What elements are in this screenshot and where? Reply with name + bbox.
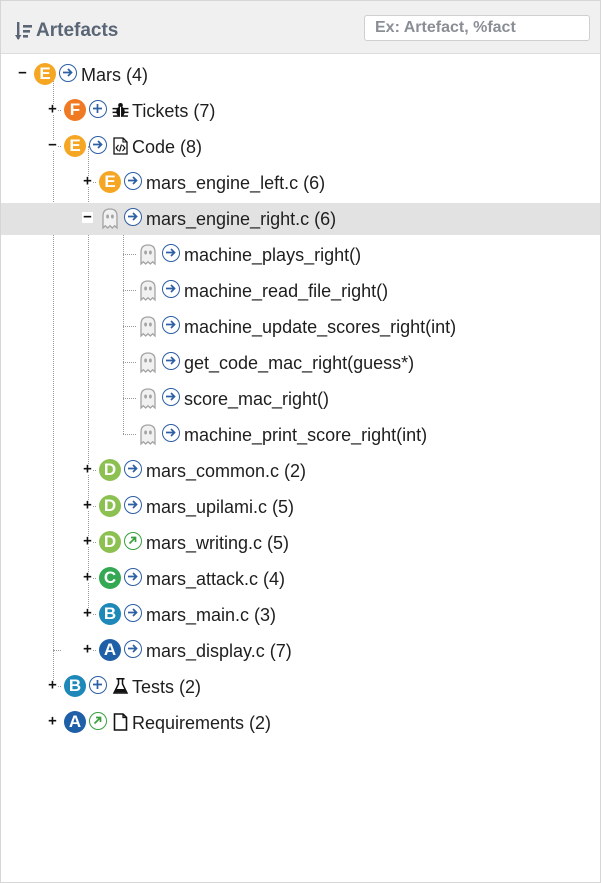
navigate-arrow-icon[interactable] — [124, 460, 142, 478]
panel-title: Artefacts — [36, 20, 119, 41]
complexity-badge-e: E — [64, 135, 86, 157]
navigate-arrow-icon[interactable] — [162, 244, 180, 262]
tree-row-tests[interactable]: + B Tests (2) — [1, 671, 600, 703]
complexity-badge-e: E — [34, 63, 56, 85]
sort-tree-icon[interactable] — [15, 21, 37, 43]
complexity-badge-a: A — [64, 711, 86, 733]
tree-row-file[interactable]: + Cmars_attack.c (4) — [1, 563, 600, 595]
panel-header: Artefacts — [1, 1, 600, 54]
tree-row-requirements[interactable]: + A Requirements (2) — [1, 707, 600, 739]
tree-row-function[interactable]: machine_update_scores_right(int) — [1, 311, 600, 343]
code-file-icon — [113, 137, 128, 155]
navigate-arrow-icon[interactable] — [124, 208, 142, 226]
tree-item-label[interactable]: Tickets (7) — [132, 101, 215, 122]
navigate-arrow-icon[interactable] — [89, 136, 107, 154]
navigate-arrow-icon[interactable] — [124, 640, 142, 658]
expand-toggle[interactable]: + — [82, 534, 93, 548]
complexity-badge-d: D — [99, 495, 121, 517]
navigate-arrow-icon[interactable] — [124, 568, 142, 586]
external-link-icon[interactable] — [89, 712, 107, 730]
function-label[interactable]: machine_read_file_right() — [184, 281, 388, 302]
artefacts-panel: Artefacts −EMars (4)+FTickets (7)−ECode … — [0, 0, 601, 883]
ghost-icon — [102, 208, 118, 230]
tree-row-file[interactable]: + Dmars_writing.c (5) — [1, 527, 600, 559]
navigate-arrow-icon[interactable] — [162, 388, 180, 406]
tree-item-label[interactable]: Code (8) — [132, 137, 202, 158]
add-navigate-icon[interactable] — [89, 676, 107, 694]
expand-toggle[interactable]: + — [82, 462, 93, 476]
tree-row-function[interactable]: machine_print_score_right(int) — [1, 419, 600, 451]
expand-toggle[interactable]: + — [82, 570, 93, 584]
tree-item-label[interactable]: Tests (2) — [132, 677, 201, 698]
file-label[interactable]: mars_engine_left.c (6) — [146, 173, 325, 194]
navigate-arrow-icon[interactable] — [162, 280, 180, 298]
tree-row-root[interactable]: − E Mars (4) — [1, 59, 600, 91]
complexity-badge-d: D — [99, 531, 121, 553]
ghost-icon — [140, 280, 156, 302]
navigate-arrow-icon[interactable] — [162, 424, 180, 442]
collapse-toggle[interactable]: − — [47, 138, 58, 152]
flask-icon — [112, 678, 129, 694]
tree-row-function[interactable]: machine_read_file_right() — [1, 275, 600, 307]
add-navigate-icon[interactable] — [89, 100, 107, 118]
expand-toggle[interactable]: + — [82, 174, 93, 188]
ghost-icon — [140, 244, 156, 266]
file-label[interactable]: mars_engine_right.c (6) — [146, 209, 336, 230]
complexity-badge-d: D — [99, 459, 121, 481]
tree-row-file[interactable]: − mars_engine_right.c (6) — [1, 203, 600, 235]
collapse-toggle[interactable]: − — [17, 66, 28, 80]
expand-toggle[interactable]: + — [47, 714, 58, 728]
tree-row-file[interactable]: + Emars_engine_left.c (6) — [1, 167, 600, 199]
tree-row-code[interactable]: − E Code (8) — [1, 131, 600, 163]
tree-row-file[interactable]: + Bmars_main.c (3) — [1, 599, 600, 631]
tree-row-file[interactable]: + Amars_display.c (7) — [1, 635, 600, 667]
artefact-tree: − E Mars (4) + F Tickets (7) − E Code (8) + Emars_… — [1, 53, 600, 882]
tree-row-tickets[interactable]: + F Tickets (7) — [1, 95, 600, 127]
function-label[interactable]: machine_print_score_right(int) — [184, 425, 427, 446]
tree-row-function[interactable]: get_code_mac_right(guess*) — [1, 347, 600, 379]
expand-toggle[interactable]: + — [82, 642, 93, 656]
navigate-arrow-icon[interactable] — [124, 496, 142, 514]
artefact-search-input[interactable] — [364, 15, 590, 41]
navigate-arrow-icon[interactable] — [59, 64, 77, 82]
file-label[interactable]: mars_upilami.c (5) — [146, 497, 294, 518]
file-label[interactable]: mars_attack.c (4) — [146, 569, 285, 590]
ghost-icon — [140, 424, 156, 446]
expand-toggle[interactable]: + — [47, 678, 58, 692]
complexity-badge-a: A — [99, 639, 121, 661]
complexity-badge-e: E — [99, 171, 121, 193]
complexity-badge-b: B — [64, 675, 86, 697]
navigate-arrow-icon[interactable] — [124, 604, 142, 622]
navigate-arrow-icon[interactable] — [124, 172, 142, 190]
navigate-arrow-icon[interactable] — [162, 316, 180, 334]
function-label[interactable]: score_mac_right() — [184, 389, 329, 410]
tree-row-function[interactable]: score_mac_right() — [1, 383, 600, 415]
bug-icon — [112, 102, 129, 118]
expand-toggle[interactable]: + — [82, 498, 93, 512]
tree-item-label[interactable]: Mars (4) — [81, 65, 148, 86]
tree-row-function[interactable]: machine_plays_right() — [1, 239, 600, 271]
expand-toggle[interactable]: + — [82, 606, 93, 620]
tree-row-file[interactable]: + Dmars_upilami.c (5) — [1, 491, 600, 523]
complexity-badge-f: F — [64, 99, 86, 121]
collapse-toggle[interactable]: − — [82, 210, 93, 224]
external-link-icon[interactable] — [124, 532, 142, 550]
expand-toggle[interactable]: + — [47, 102, 58, 116]
tree-row-file[interactable]: + Dmars_common.c (2) — [1, 455, 600, 487]
ghost-icon — [140, 316, 156, 338]
file-label[interactable]: mars_common.c (2) — [146, 461, 306, 482]
function-label[interactable]: machine_plays_right() — [184, 245, 361, 266]
ghost-icon — [140, 352, 156, 374]
file-label[interactable]: mars_main.c (3) — [146, 605, 276, 626]
ghost-icon — [140, 388, 156, 410]
file-label[interactable]: mars_display.c (7) — [146, 641, 292, 662]
function-label[interactable]: machine_update_scores_right(int) — [184, 317, 456, 338]
complexity-badge-b: B — [99, 603, 121, 625]
document-icon — [113, 713, 128, 731]
tree-item-label[interactable]: Requirements (2) — [132, 713, 271, 734]
function-label[interactable]: get_code_mac_right(guess*) — [184, 353, 414, 374]
file-label[interactable]: mars_writing.c (5) — [146, 533, 289, 554]
navigate-arrow-icon[interactable] — [162, 352, 180, 370]
complexity-badge-c: C — [99, 567, 121, 589]
